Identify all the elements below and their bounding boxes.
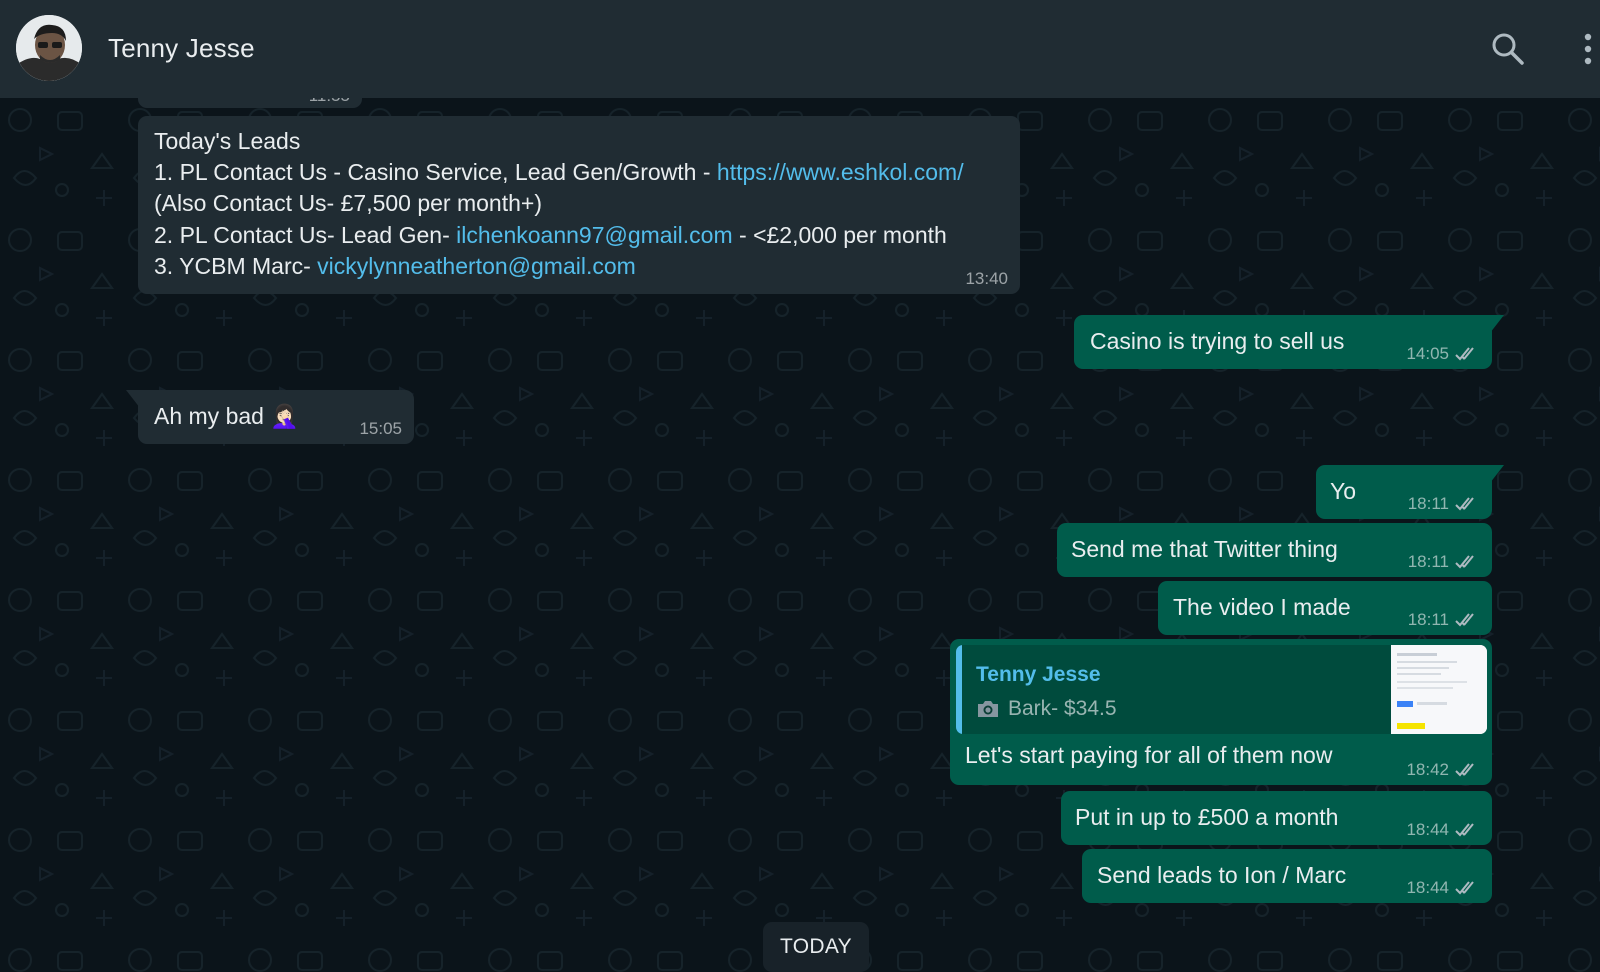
message-text: Send me that Twitter thing (1071, 536, 1338, 562)
time-label: 18:11 (1407, 552, 1449, 571)
message-text: Ah my bad 🤦🏻‍♀️ (154, 401, 299, 433)
message-time: 11:55 (309, 98, 350, 106)
message-time: 18:11 (1408, 552, 1480, 572)
quote-accent-bar (956, 645, 962, 734)
message-bubble-twitter[interactable]: Send me that Twitter thing 18:11 (1057, 523, 1492, 577)
message-time: 14:05 (1406, 344, 1480, 364)
message-time: 15:05 (359, 419, 402, 439)
message-bubble-reply[interactable]: Tenny Jesse Bark- $34.5 Let's start payi… (950, 639, 1492, 785)
message-bubble-casino[interactable]: Casino is trying to sell us 14:05 (1074, 315, 1504, 369)
quoted-text: Bark- $34.5 (1008, 697, 1117, 720)
message-time: 18:44 (1406, 820, 1480, 840)
double-check-icon (1455, 613, 1474, 627)
time-label: 11:55 (309, 98, 350, 106)
quoted-message[interactable]: Tenny Jesse Bark- $34.5 (956, 645, 1487, 734)
double-check-icon (1455, 881, 1474, 895)
message-text: Send leads to Ion / Marc (1097, 862, 1347, 888)
chat-pane[interactable]: 11:55 Today's Leads 1. PL Contact Us - C… (0, 98, 1600, 972)
message-text-line: (Also Contact Us- £7,500 per month+) (154, 190, 542, 216)
message-bubble-previous[interactable]: 11:55 (138, 98, 362, 108)
chat-header: Tenny Jesse (0, 0, 1600, 98)
message-text-line: 2. PL Contact Us- Lead Gen- ilchenkoann9… (154, 220, 947, 252)
double-check-icon (1455, 555, 1474, 569)
more-vertical-icon[interactable] (1582, 32, 1594, 66)
time-label: 18:44 (1406, 820, 1449, 839)
quoted-author: Tenny Jesse (976, 663, 1101, 686)
message-text-line: 1. PL Contact Us - Casino Service, Lead … (154, 157, 964, 189)
message-time: 18:42 (1406, 760, 1480, 780)
time-label: 18:44 (1406, 878, 1449, 897)
time-label: 18:11 (1407, 610, 1449, 629)
bubble-tail (126, 390, 140, 408)
message-text: Casino is trying to sell us (1090, 328, 1345, 354)
message-time: 18:44 (1406, 878, 1480, 898)
bubble-tail (1490, 465, 1504, 483)
message-text: The video I made (1173, 594, 1351, 620)
message-bubble-budget[interactable]: Put in up to £500 a month 18:44 (1061, 791, 1492, 845)
message-text: Let's start paying for all of them now (965, 742, 1333, 768)
message-text: Ah my bad (154, 403, 264, 429)
message-text-line: 3. YCBM Marc- vickylynneatherton@gmail.c… (154, 251, 636, 283)
double-check-icon (1455, 823, 1474, 837)
message-time: 18:11 (1408, 494, 1480, 514)
search-icon[interactable] (1490, 31, 1526, 67)
message-text-line: Today's Leads (154, 128, 301, 154)
time-label: 18:42 (1406, 760, 1449, 779)
camera-icon (978, 700, 998, 717)
message-text: 2. PL Contact Us- Lead Gen- (154, 222, 457, 248)
double-check-icon (1455, 763, 1474, 777)
message-time: 13:40 (965, 269, 1008, 289)
double-check-icon (1455, 347, 1474, 361)
message-text: 1. PL Contact Us - Casino Service, Lead … (154, 159, 717, 185)
website-link[interactable]: https://www.eshkol.com/ (717, 159, 964, 185)
contact-name[interactable]: Tenny Jesse (108, 33, 255, 64)
message-bubble-video[interactable]: The video I made 18:11 (1158, 581, 1492, 635)
contact-avatar[interactable] (16, 15, 82, 81)
quoted-image-thumbnail (1391, 645, 1487, 734)
message-bubble-leads-to[interactable]: Send leads to Ion / Marc 18:44 (1082, 849, 1492, 903)
time-label: 14:05 (1406, 344, 1449, 363)
message-text: - <£2,000 per month (732, 222, 947, 248)
time-label: 18:11 (1407, 494, 1449, 513)
double-check-icon (1455, 497, 1474, 511)
email-link[interactable]: vickylynneatherton@gmail.com (317, 253, 636, 279)
message-bubble-bad[interactable]: Ah my bad 🤦🏻‍♀️ 15:05 (126, 390, 414, 444)
facepalm-emoji: 🤦🏻‍♀️ (270, 403, 299, 429)
message-time: 18:11 (1408, 610, 1480, 630)
time-label: 15:05 (359, 419, 402, 438)
message-text: Yo (1330, 478, 1357, 504)
email-link[interactable]: ilchenkoann97@gmail.com (456, 222, 733, 248)
time-label: 13:40 (965, 269, 1008, 288)
message-bubble-yo[interactable]: Yo 18:11 (1316, 465, 1504, 519)
date-separator: TODAY (763, 922, 869, 972)
message-text: Put in up to £500 a month (1075, 804, 1339, 830)
quoted-text-line: Bark- $34.5 (976, 693, 1117, 725)
message-text: 3. YCBM Marc- (154, 253, 318, 279)
bubble-tail (1490, 315, 1504, 333)
message-bubble-leads[interactable]: Today's Leads 1. PL Contact Us - Casino … (138, 116, 1020, 294)
